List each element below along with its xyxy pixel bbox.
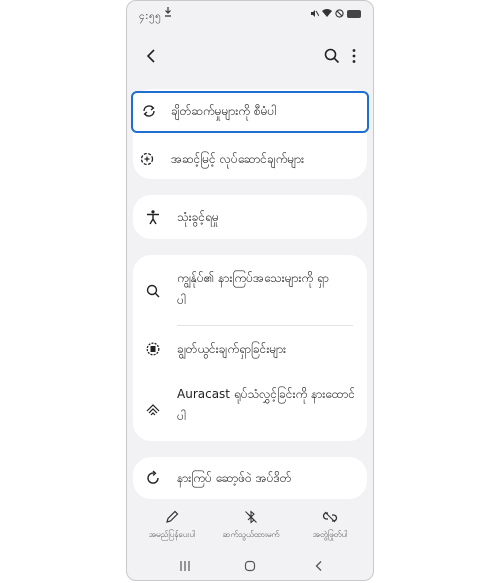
unlink-icon (322, 511, 338, 523)
update-card: နားကြပ် ဆော့ဖ်ဝဲ အပ်ဒိတ် (133, 457, 367, 499)
find-earbuds-item[interactable]: ကျွန်ုပ်၏ နားကြပ်အသေးများကို ရှာ ပါ (133, 263, 367, 315)
broadcast-icon (146, 404, 160, 416)
home-icon[interactable] (244, 560, 256, 572)
auracast-label: Auracast ရုပ်သံလွှင့်ခြင်းကို နားထောင် (177, 387, 355, 401)
status-time: ၄:၅၅ (139, 11, 162, 22)
sync-icon (143, 105, 155, 117)
auracast-label-2: ပါ (177, 409, 186, 423)
auracast-item[interactable]: Auracast ရုပ်သံလွှင့်ခြင်းကို နားထောင် ပ… (133, 379, 367, 431)
accessibility-card: သုံးခွင့်ရမှု (133, 195, 367, 239)
unpair-button[interactable]: အတွဲဖြုတ်ပါ (295, 509, 365, 541)
pencil-icon (166, 510, 179, 523)
accessibility-icon (147, 210, 159, 225)
accessibility-item[interactable]: သုံးခွင့်ရမှု (133, 203, 367, 231)
manage-connections-label: ချိတ်ဆက်မှုများကို စီမံပါ (171, 104, 277, 118)
disconnect-label: ဆက်သွယ်ထားမက် (222, 530, 280, 539)
find-earbuds-label: ကျွန်ုပ်၏ နားကြပ်အသေးများကို ရှာ (177, 271, 329, 285)
recents-icon[interactable] (179, 560, 191, 572)
diagnostics-icon (146, 342, 160, 356)
rename-label: အမည်ပြန်ပေးပါ (148, 530, 196, 539)
block-icon (335, 9, 344, 18)
system-nav-bar (127, 557, 373, 577)
software-update-item[interactable]: နားကြပ် ဆော့ဖ်ဝဲ အပ်ဒိတ် (133, 464, 367, 492)
mute-icon (311, 10, 319, 17)
accessibility-label: သုံးခွင့်ရမှု (177, 210, 219, 224)
manage-connections-item[interactable]: ချိတ်ဆက်မှုများကို စီမံပါ (131, 91, 369, 133)
status-bar: ၄:၅၅ (127, 1, 373, 29)
app-bar (127, 41, 373, 73)
search-icon (146, 284, 160, 298)
find-earbuds-label-2: ပါ (177, 293, 186, 307)
divider (177, 325, 353, 326)
tools-card: ကျွန်ုပ်၏ နားကြပ်အသေးများကို ရှာ ပါ ချွတ… (133, 255, 367, 441)
bluetooth-off-icon (245, 510, 257, 524)
rename-button[interactable]: အမည်ပြန်ပေးပါ (137, 509, 207, 541)
download-icon (165, 7, 171, 17)
diagnostics-item[interactable]: ချွတ်ယွင်းချက်ရှာခြင်းများ (133, 335, 367, 363)
wifi-icon (322, 9, 332, 17)
gear-plus-icon (140, 152, 154, 166)
advanced-features-item[interactable]: အဆင့်မြင့် လုပ်ဆောင်ချက်များ (127, 145, 373, 173)
phone-frame: ၄:၅၅ ချိတ်ဆက်မှုများကို စီမံပါ အဆင့်မြင့… (126, 0, 374, 581)
bottom-action-bar: အမည်ပြန်ပေးပါ ဆက်သွယ်ထားမက် အတွဲဖြုတ်ပါ (127, 509, 373, 549)
update-icon (147, 470, 159, 484)
back-icon[interactable] (143, 47, 161, 65)
unpair-label: အတွဲဖြုတ်ပါ (312, 530, 348, 539)
more-options-icon[interactable] (347, 47, 361, 65)
advanced-features-label: အဆင့်မြင့် လုပ်ဆောင်ချက်များ (171, 152, 305, 166)
diagnostics-label: ချွတ်ယွင်းချက်ရှာခြင်းများ (177, 342, 287, 356)
search-icon[interactable] (323, 47, 341, 65)
software-update-label: နားကြပ် ဆော့ဖ်ဝဲ အပ်ဒိတ် (177, 471, 292, 485)
battery-icon (347, 9, 361, 18)
disconnect-button[interactable]: ဆက်သွယ်ထားမက် (216, 509, 286, 541)
back-nav-icon[interactable] (313, 560, 325, 572)
status-icons (310, 9, 361, 18)
